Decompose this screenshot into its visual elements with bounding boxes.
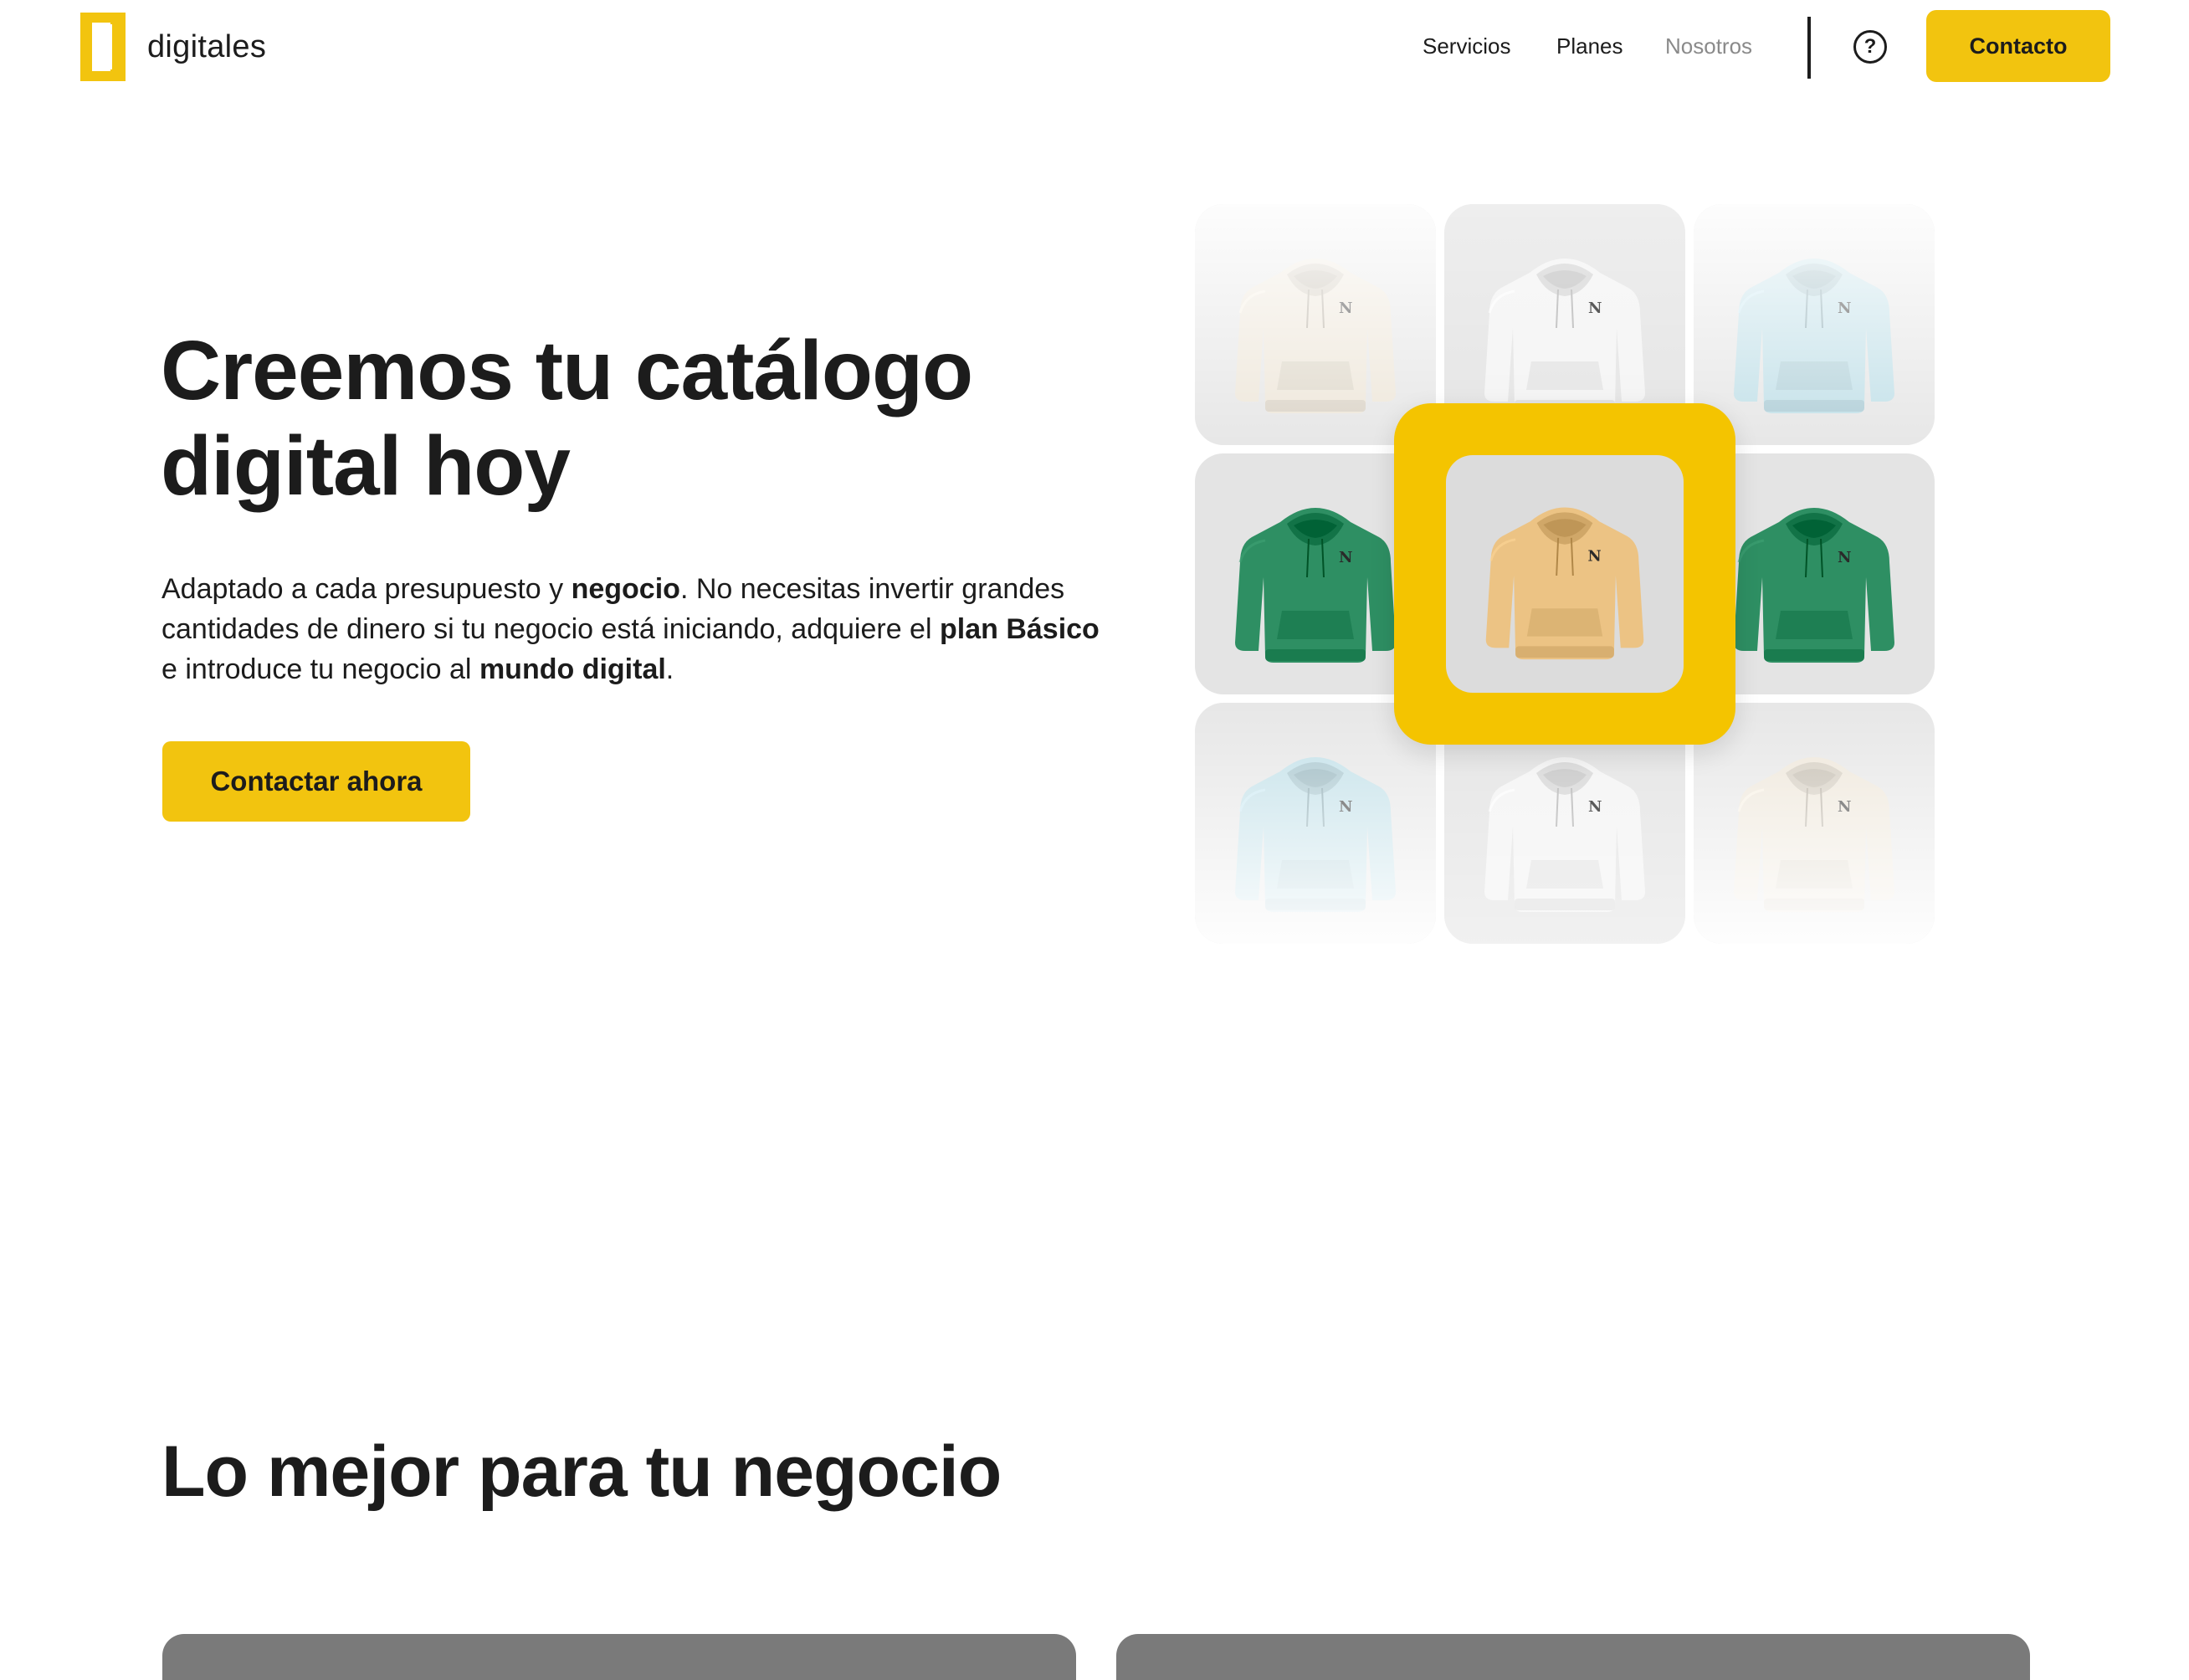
- feature-card: [1116, 1634, 2030, 1680]
- nav-link-nosotros[interactable]: Nosotros: [1665, 33, 1752, 59]
- product-tile: N: [1694, 703, 1935, 944]
- hero-desc-bold-negocio: negocio: [571, 573, 680, 605]
- hero-desc-text: Adaptado a cada presupuesto y: [161, 573, 572, 605]
- nav-link-planes[interactable]: Planes: [1556, 33, 1623, 59]
- product-tile: N: [1694, 204, 1935, 445]
- contact-now-button[interactable]: Contactar ahora: [162, 741, 470, 822]
- hoodie-icon: N: [1485, 507, 1644, 660]
- logo-mark-icon: [80, 13, 126, 81]
- question-circle-icon[interactable]: ?: [1853, 30, 1887, 64]
- hero-desc-bold-plan: plan Básico: [939, 613, 1100, 645]
- logo-text: digitales: [147, 28, 267, 64]
- hero-title-line2: digital hoy: [161, 419, 571, 513]
- featured-product-tile: N: [1446, 455, 1684, 693]
- featured-product-frame: N: [1394, 403, 1735, 745]
- hero-title-line1: Creemos tu catálogo: [161, 324, 973, 417]
- hoodie-icon: N: [1734, 508, 1894, 663]
- page: digitales Servicios Planes Nosotros ? Co…: [0, 0, 2189, 1680]
- svg-text:N: N: [1339, 549, 1352, 566]
- hero-desc-bold-mundo: mundo digital: [479, 653, 666, 685]
- hero-desc-text: e introduce tu negocio al: [161, 653, 479, 685]
- hero-description: Adaptado a cada presupuesto y negocio. N…: [161, 569, 1107, 689]
- nav-divider: [1807, 17, 1811, 79]
- hero-desc-text: .: [665, 653, 674, 685]
- product-tile: N: [1195, 703, 1436, 944]
- product-tile: N: [1195, 204, 1436, 445]
- hero-title: Creemos tu catálogo digital hoy: [161, 323, 1165, 514]
- hoodie-icon: N: [1235, 508, 1396, 663]
- contact-button[interactable]: Contacto: [1926, 10, 2110, 82]
- catalog-showcase: N N N N N N N N N: [1195, 204, 1935, 944]
- section-title: Lo mejor para tu negocio: [161, 1432, 1002, 1512]
- nav-link-servicios[interactable]: Servicios: [1423, 33, 1510, 59]
- svg-text:N: N: [1838, 549, 1851, 566]
- site-header: digitales Servicios Planes Nosotros ? Co…: [0, 0, 2189, 94]
- logo[interactable]: digitales: [80, 12, 266, 82]
- svg-text:N: N: [1587, 547, 1601, 565]
- feature-card: [162, 1634, 1076, 1680]
